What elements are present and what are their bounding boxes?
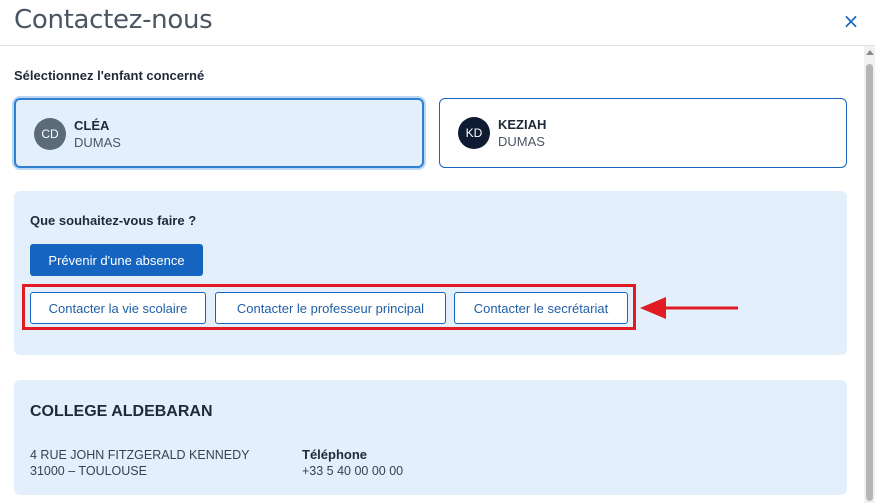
actions-panel: Que souhaitez-vous faire ? Prévenir d'un…: [14, 191, 847, 355]
dialog-title: Contactez-nous: [14, 5, 213, 35]
annotation-arrow-icon: [640, 297, 738, 319]
select-child-label: Sélectionnez l'enfant concerné: [14, 68, 205, 83]
child-lastname: DUMAS: [74, 135, 121, 150]
child-card-keziah[interactable]: KD KEZIAH DUMAS: [439, 98, 847, 168]
contact-head-teacher-button[interactable]: Contacter le professeur principal: [215, 292, 446, 324]
phone-number: +33 5 40 00 00 00: [302, 464, 404, 478]
report-absence-button[interactable]: Prévenir d'une absence: [30, 244, 203, 276]
school-info-panel: COLLEGE ALDEBARAN 4 RUE JOHN FITZGERALD …: [14, 380, 847, 495]
dialog-header: Contactez-nous ×: [0, 0, 875, 46]
child-firstname: KEZIAH: [498, 117, 547, 132]
scroll-up-arrow-icon[interactable]: [866, 50, 874, 55]
child-firstname: CLÉA: [74, 118, 110, 133]
child-lastname: DUMAS: [498, 134, 545, 149]
vertical-scrollbar[interactable]: [864, 46, 875, 503]
close-icon[interactable]: ×: [841, 10, 861, 32]
contact-secretariat-button[interactable]: Contacter le secrétariat: [454, 292, 628, 324]
school-address-line2: 31000 – TOULOUSE: [30, 464, 147, 478]
avatar: CD: [34, 118, 66, 150]
school-address-line1: 4 RUE JOHN FITZGERALD KENNEDY: [30, 448, 250, 462]
avatar: KD: [458, 117, 490, 149]
scrollbar-thumb[interactable]: [866, 64, 873, 501]
contact-school-life-button[interactable]: Contacter la vie scolaire: [30, 292, 206, 324]
phone-label: Téléphone: [302, 447, 368, 462]
child-card-clea[interactable]: CD CLÉA DUMAS: [14, 98, 424, 168]
actions-title: Que souhaitez-vous faire ?: [30, 213, 197, 228]
school-name: COLLEGE ALDEBARAN: [30, 403, 213, 420]
